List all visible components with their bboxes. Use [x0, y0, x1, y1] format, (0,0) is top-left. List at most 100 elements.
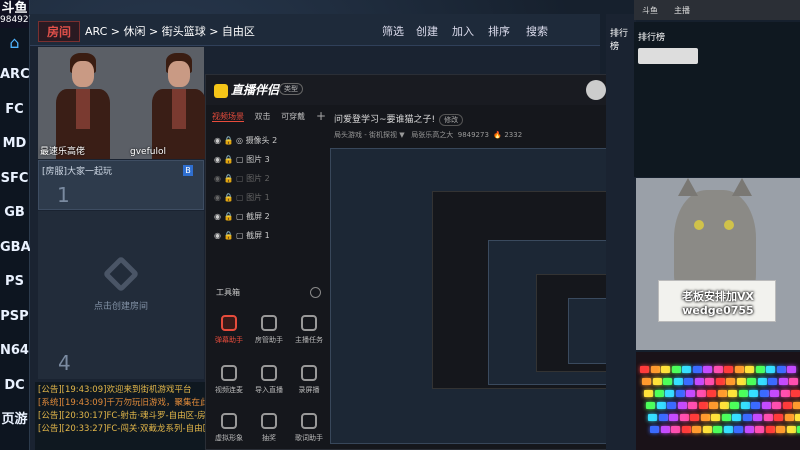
create-room-slot[interactable]: 点击创建房间 4 [38, 211, 204, 379]
sidebar-item-psp[interactable]: PSP [0, 300, 29, 335]
keyboard-key [747, 378, 756, 385]
mini-browser: 排行榜 [634, 22, 800, 177]
danmaku-helper-button[interactable]: 弹幕助手 [211, 315, 247, 345]
breadcrumb: ARC > 休闲 > 街头篮球 > 自由区 [85, 25, 255, 38]
keyboard-key [745, 366, 754, 373]
avatar-icon [221, 413, 237, 429]
scene-item[interactable]: ◉ 🔒 ▢ 图片 2 [214, 173, 270, 184]
keyboard-key [755, 426, 764, 433]
keyboard-key [650, 426, 659, 433]
tab-wearable[interactable]: 可穿戴 [281, 112, 305, 121]
sidebar-item-webgame[interactable]: 页游 [0, 403, 29, 438]
top-tab[interactable]: 斗鱼 [642, 5, 658, 16]
sidebar-item-fc[interactable]: FC [0, 93, 29, 128]
user-icon [261, 315, 277, 331]
sidebar-item-arc[interactable]: ARC [0, 58, 30, 93]
tab-video-scene[interactable]: 视频场景 [212, 112, 244, 122]
scene-item[interactable]: ◉ 🔒 ▢ 图片 3 [214, 154, 270, 165]
top-tab[interactable]: 主播 [674, 5, 690, 16]
keyboard-key [759, 390, 769, 397]
room-slot-thumbnail[interactable]: 最速乐高佬 gvefulol [38, 47, 206, 159]
keyboard-key [761, 402, 771, 409]
room-tab[interactable]: 房间 [38, 21, 81, 42]
danmaku-icon [221, 315, 237, 331]
keyboard-key [751, 402, 760, 409]
site-logo: 斗鱼 9849273 [0, 0, 40, 28]
sidebar-item-gba[interactable]: GBA [0, 231, 31, 266]
join-button[interactable]: 加入 [452, 23, 474, 39]
brand-name: 直播伴侣 [231, 83, 280, 97]
sidebar-item-dc[interactable]: DC [0, 369, 29, 404]
lyrics-button[interactable]: 歌词助手 [291, 413, 327, 443]
create-room-label: 点击创建房间 [93, 302, 148, 312]
keyboard-key [681, 426, 691, 433]
sort-button[interactable]: 排序 [488, 23, 510, 39]
keyboard-key [700, 414, 710, 421]
create-button[interactable]: 创建 [416, 23, 438, 39]
task-icon [301, 315, 317, 331]
keyboard-key [755, 366, 765, 373]
stream-id: 9849273 [457, 131, 489, 139]
keyboard-key [732, 414, 741, 421]
chat-line: [系统][19:43:09]千万勿玩旧游戏，聚集在此 [38, 398, 205, 408]
logo-text: 斗鱼 [1, 1, 28, 16]
sidebar-item-ps[interactable]: PS [0, 265, 29, 300]
sign-line-2: wedge0755 [682, 304, 754, 317]
scene-item[interactable]: ◉ 🔒 ▢ 截屏 1 [214, 230, 270, 241]
keyboard-key [646, 402, 655, 409]
keyboard-key [734, 426, 743, 433]
keyboard-key [703, 366, 712, 373]
keyboard-key [791, 390, 800, 397]
keyboard-key [734, 366, 744, 373]
player-name-right: gvefulol [130, 147, 166, 157]
keyboard-key [744, 426, 754, 433]
stream-meta: 局头游戏 - 街机探视 ▼ 局张乐高之大 9849273 🔥 2332 [334, 131, 523, 139]
brand-logo: 直播伴侣 [214, 81, 279, 98]
browser-tab-strip[interactable] [638, 48, 698, 64]
sidebar-item-n64[interactable]: N64 [0, 334, 29, 369]
video-link-button[interactable]: 视频连麦 [211, 365, 247, 395]
room-list-item[interactable]: [房服]大家一起玩 1 B [38, 160, 204, 210]
keyboard-key [795, 414, 800, 421]
game-logo-icon [102, 255, 140, 293]
room-admin-button[interactable]: 房管助手 [251, 315, 287, 345]
search-button[interactable]: 搜索 [526, 23, 548, 39]
record-button[interactable]: 录屏播 [291, 365, 327, 395]
import-live-button[interactable]: 导入直播 [251, 365, 287, 395]
tab-double[interactable]: 双击 [255, 112, 271, 121]
keyboard-key [763, 414, 773, 421]
edit-title-button[interactable]: 修改 [439, 114, 464, 126]
scene-item[interactable]: ◉ 🔒 ▢ 图片 1 [214, 192, 270, 203]
music-icon [301, 413, 317, 429]
keyboard-key [673, 378, 683, 385]
scene-item[interactable]: ◉ 🔒 ◎ 摄像头 2 [214, 135, 277, 146]
scene-item[interactable]: ◉ 🔒 ▢ 截屏 2 [214, 211, 270, 222]
sidebar-item-gb[interactable]: GB [0, 196, 29, 231]
home-icon[interactable]: ⌂ [0, 28, 29, 58]
keyboard-key [772, 402, 781, 409]
keyboard-key [717, 390, 727, 397]
keyboard-key [765, 426, 775, 433]
keyboard-key [719, 402, 729, 409]
avatar[interactable] [586, 80, 606, 100]
sidebar-item-sfc[interactable]: SFC [0, 162, 29, 197]
keyboard-key [671, 426, 680, 433]
host-task-button[interactable]: 主播任务 [291, 315, 327, 345]
category-tag[interactable]: 类型 [279, 83, 303, 95]
collapse-icon[interactable] [310, 287, 321, 298]
chat-line: [公告][20:30:17]FC-射击·魂斗罗-自由区-房间7，第 [38, 411, 205, 421]
browser-tab[interactable]: 排行榜 [638, 30, 665, 43]
add-scene-icon[interactable]: + [316, 109, 326, 123]
keyboard-key [675, 390, 685, 397]
webcam-overlay: 老板安排加VX wedge0755 [636, 178, 800, 350]
sidebar-item-md[interactable]: MD [0, 127, 29, 162]
lottery-button[interactable]: 抽奖 [251, 413, 287, 443]
keyboard-key [713, 366, 723, 373]
keyboard-key [702, 426, 712, 433]
emulator-sidebar: 斗鱼 9849273 ⌂ ARC FC MD SFC GB GBA PS PSP… [0, 0, 40, 450]
filter-button[interactable]: 筛选 [382, 23, 404, 39]
avatar-button[interactable]: 虚拟形象 [211, 413, 247, 443]
keyboard-key [698, 402, 708, 409]
keyboard-key [782, 402, 792, 409]
keyboard-key [753, 414, 762, 421]
